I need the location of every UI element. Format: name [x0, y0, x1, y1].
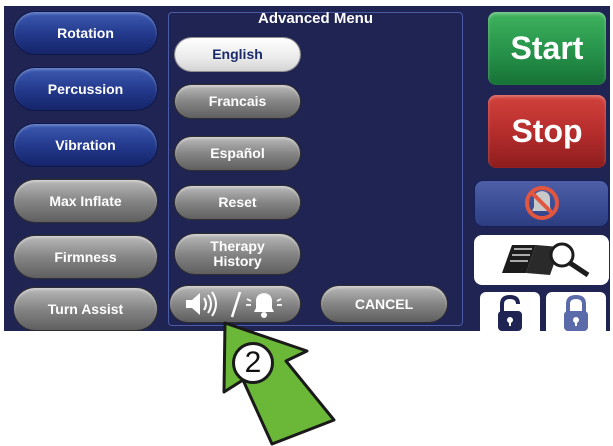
up-arrow-icon	[222, 321, 336, 446]
step-number-badge: 2	[232, 342, 274, 384]
callout-arrow	[222, 321, 336, 446]
